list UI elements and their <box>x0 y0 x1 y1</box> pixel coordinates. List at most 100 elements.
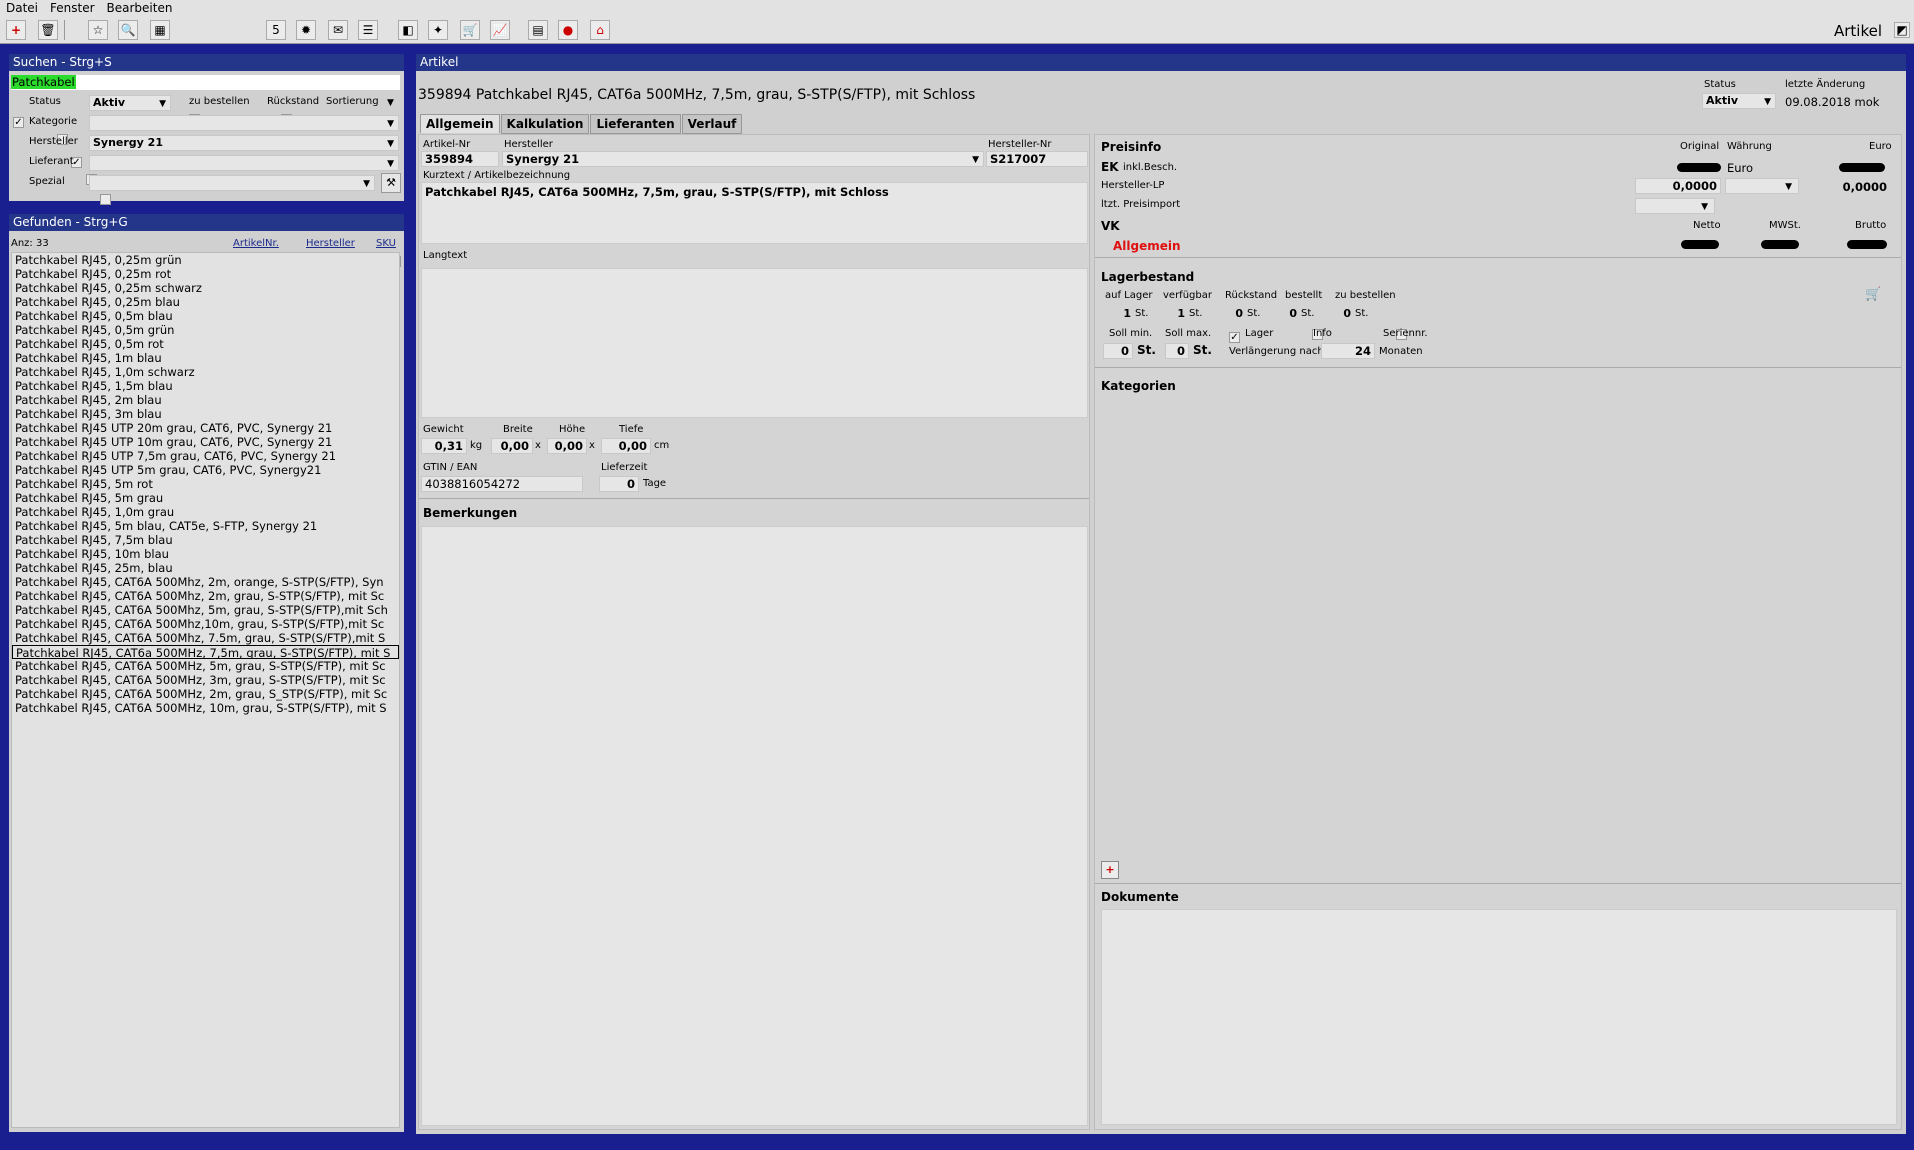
list-item[interactable]: Patchkabel RJ45 UTP 20m grau, CAT6, PVC,… <box>12 421 399 435</box>
verlaengerung-input[interactable]: 24 <box>1321 343 1375 359</box>
chat-icon[interactable]: ● <box>558 20 578 40</box>
spezial-select[interactable]: ▼ <box>89 175 375 191</box>
kg-unit: kg <box>470 440 483 451</box>
lieferant-select[interactable]: ▼ <box>89 155 399 171</box>
list-item[interactable]: Patchkabel RJ45, 0,25m blau <box>12 295 399 309</box>
hoehe-input[interactable]: 0,00 <box>547 438 587 454</box>
list-item[interactable]: Patchkabel RJ45, 1m blau <box>12 351 399 365</box>
kategorie-select[interactable]: ▼ <box>89 115 399 131</box>
home-icon[interactable]: ⌂ <box>590 20 610 40</box>
waehrung-select[interactable]: ▼ <box>1725 178 1799 194</box>
menu-fenster[interactable]: Fenster <box>44 0 101 16</box>
list-item[interactable]: Patchkabel RJ45, 0,5m grün <box>12 323 399 337</box>
list-item[interactable]: Patchkabel RJ45, CAT6A 500MHz, 3m, grau,… <box>12 673 399 687</box>
trash-icon[interactable]: 🗑 <box>38 20 58 40</box>
list-item[interactable]: Patchkabel RJ45, CAT6A 500Mhz, 5m, grau,… <box>12 603 399 617</box>
star-icon[interactable]: ☆ <box>88 20 108 40</box>
tab-lieferanten[interactable]: Lieferanten <box>590 114 681 134</box>
list-item[interactable]: Patchkabel RJ45, 5m rot <box>12 477 399 491</box>
hersteller-lp-input[interactable]: 0,0000 <box>1635 178 1721 194</box>
list-item[interactable]: Patchkabel RJ45 UTP 10m grau, CAT6, PVC,… <box>12 435 399 449</box>
bemerkungen-input[interactable] <box>421 526 1088 1126</box>
list-item[interactable]: Patchkabel RJ45, CAT6A 500Mhz, 7.5m, gra… <box>12 631 399 645</box>
herstnr-input[interactable]: S217007 <box>986 151 1088 167</box>
bestellt-label: bestellt <box>1285 290 1323 301</box>
divider <box>1095 367 1901 368</box>
hersteller-select[interactable]: Synergy 21 ▼ <box>502 151 984 167</box>
list-item[interactable]: Patchkabel RJ45, CAT6A 500Mhz, 2m, orang… <box>12 575 399 589</box>
list-item[interactable]: Patchkabel RJ45, CAT6A 500MHz, 5m, grau,… <box>12 659 399 673</box>
dokumente-area[interactable] <box>1101 909 1897 1125</box>
list-item[interactable]: Patchkabel RJ45, CAT6A 500Mhz,10m, grau,… <box>12 617 399 631</box>
tools-icon[interactable]: ⚒ <box>381 173 401 193</box>
spezial-checkbox[interactable] <box>100 194 111 205</box>
list-item[interactable]: Patchkabel RJ45, 25m, blau <box>12 561 399 575</box>
hersteller-select[interactable]: Synergy 21 ▼ <box>89 135 399 151</box>
list-item[interactable]: Patchkabel RJ45, 1,5m blau <box>12 379 399 393</box>
wand-icon[interactable]: ✦ <box>428 20 448 40</box>
artikelnr-toggle[interactable]: ArtikelNr. <box>233 238 279 249</box>
list-item[interactable]: Patchkabel RJ45, 3m blau <box>12 407 399 421</box>
list-item[interactable]: Patchkabel RJ45, 0,5m rot <box>12 337 399 351</box>
calendar-icon[interactable]: 5 <box>266 20 286 40</box>
status-checkbox[interactable]: ✓ <box>13 117 24 128</box>
list-item[interactable]: Patchkabel RJ45, CAT6a 500MHz, 7,5m, gra… <box>12 645 399 659</box>
kategorien-title: Kategorien <box>1101 379 1176 393</box>
list-item[interactable]: Patchkabel RJ45, 0,25m rot <box>12 267 399 281</box>
cart-icon[interactable]: 🛒 <box>460 20 480 40</box>
gewicht-input[interactable]: 0,31 <box>421 438 467 454</box>
hersteller-toggle[interactable]: Hersteller <box>306 238 355 249</box>
tab-verlauf[interactable]: Verlauf <box>681 114 743 134</box>
gtin-input[interactable]: 4038816054272 <box>421 476 583 492</box>
list-item[interactable]: Patchkabel RJ45, 0,25m schwarz <box>12 281 399 295</box>
kurztext-input[interactable]: Patchkabel RJ45, CAT6a 500MHz, 7,5m, gra… <box>421 182 1088 244</box>
breite-input[interactable]: 0,00 <box>491 438 533 454</box>
list-item[interactable]: Patchkabel RJ45 UTP 7,5m grau, CAT6, PVC… <box>12 449 399 463</box>
sun-icon[interactable]: ✹ <box>296 20 316 40</box>
list-item[interactable]: Patchkabel RJ45, 10m blau <box>12 547 399 561</box>
status-select[interactable]: Aktiv ▼ <box>89 95 171 111</box>
lieferzeit-input[interactable]: 0 <box>599 476 639 492</box>
add-category-icon[interactable]: + <box>1101 861 1119 879</box>
list-item[interactable]: Patchkabel RJ45, CAT6A 500Mhz, 2m, grau,… <box>12 589 399 603</box>
sku-toggle[interactable]: SKU <box>376 238 396 249</box>
chart-icon[interactable]: 📈 <box>490 20 510 40</box>
tiefe-input[interactable]: 0,00 <box>601 438 651 454</box>
langtext-input[interactable] <box>421 268 1088 418</box>
soll-max-input[interactable]: 0 <box>1165 343 1189 359</box>
sortierung-dropdown-icon[interactable]: ▼ <box>387 98 394 108</box>
document-icon[interactable]: ▤ <box>528 20 548 40</box>
menu-bearbeiten[interactable]: Bearbeiten <box>101 0 179 16</box>
window-toggle-icon[interactable]: ◩ <box>1894 22 1910 38</box>
cart-icon[interactable]: 🛒 <box>1865 287 1881 302</box>
new-icon[interactable]: + <box>6 20 26 40</box>
list-item[interactable]: Patchkabel RJ45, 7,5m blau <box>12 533 399 547</box>
list-item[interactable]: Patchkabel RJ45, 1,0m schwarz <box>12 365 399 379</box>
envelope-icon[interactable]: ✉ <box>328 20 348 40</box>
list-item[interactable]: Patchkabel RJ45, 1,0m grau <box>12 505 399 519</box>
tab-allgemein[interactable]: Allgemein <box>420 114 500 133</box>
search-input[interactable]: Patchkabel <box>11 75 400 90</box>
list-item[interactable]: Patchkabel RJ45, 2m blau <box>12 393 399 407</box>
list-item[interactable]: Patchkabel RJ45 UTP 5m grau, CAT6, PVC, … <box>12 463 399 477</box>
list-item[interactable]: Patchkabel RJ45, 5m blau, CAT5e, S-FTP, … <box>12 519 399 533</box>
article-status-select[interactable]: Aktiv ▼ <box>1702 93 1776 109</box>
article-detail: Artikel-Nr 359894 Hersteller Synergy 21 ▼… <box>418 134 1090 1130</box>
list-item[interactable]: Patchkabel RJ45, CAT6A 500MHz, 10m, grau… <box>12 701 399 715</box>
soll-min-input[interactable]: 0 <box>1103 343 1133 359</box>
window-icon[interactable]: ◧ <box>398 20 418 40</box>
ek-euro-redacted <box>1839 163 1885 172</box>
tab-kalkulation[interactable]: Kalkulation <box>500 114 590 134</box>
chevron-down-icon: ▼ <box>1785 182 1792 192</box>
search-icon[interactable]: 🔍 <box>118 20 138 40</box>
artnr-input[interactable]: 359894 <box>421 151 499 167</box>
list-icon[interactable]: ☰ <box>358 20 378 40</box>
list-item[interactable]: Patchkabel RJ45, CAT6A 500MHz, 2m, grau,… <box>12 687 399 701</box>
list-item[interactable]: Patchkabel RJ45, 5m grau <box>12 491 399 505</box>
list-item[interactable]: Patchkabel RJ45, 0,5m blau <box>12 309 399 323</box>
lager-checkbox[interactable]: ✓ <box>1229 332 1240 343</box>
calculator-icon[interactable]: ▦ <box>150 20 170 40</box>
menu-datei[interactable]: Datei <box>0 0 44 16</box>
preisimport-select[interactable]: ▼ <box>1635 198 1715 214</box>
list-item[interactable]: Patchkabel RJ45, 0,25m grün <box>12 253 399 267</box>
